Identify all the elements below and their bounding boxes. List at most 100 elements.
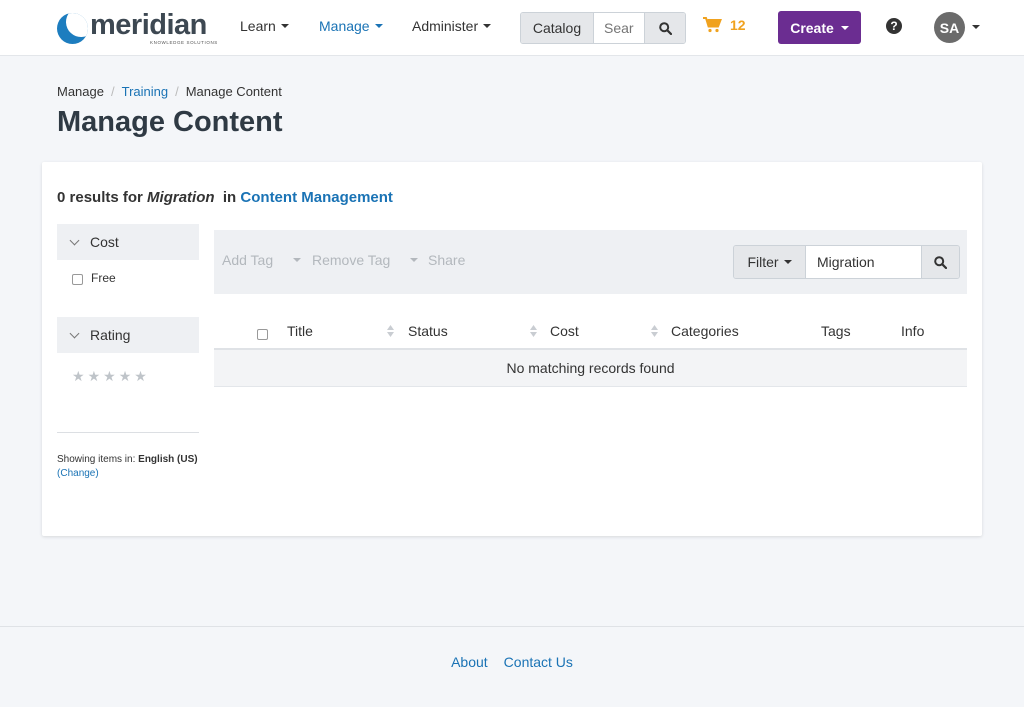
star-icon[interactable]: ★ <box>103 368 116 385</box>
filter-search-input[interactable] <box>806 246 921 278</box>
star-icon[interactable]: ★ <box>88 368 101 385</box>
facet-free-label: Free <box>91 271 116 285</box>
chevron-down-icon <box>293 258 302 262</box>
logo-mark-icon <box>57 12 88 44</box>
nav-menu-manage[interactable]: Manage <box>319 18 383 34</box>
column-cost-label: Cost <box>550 323 579 339</box>
cart-button[interactable]: 12 <box>703 17 746 33</box>
footer-contact-link[interactable]: Contact Us <box>504 654 573 670</box>
meridian-logo[interactable]: meridian KNOWLEDGE SOLUTIONS <box>57 8 218 45</box>
star-icon[interactable]: ★ <box>134 368 147 385</box>
footer-about-link[interactable]: About <box>451 654 488 670</box>
language-value: English (US) <box>138 454 198 465</box>
column-status-label: Status <box>408 323 448 339</box>
create-button[interactable]: Create <box>778 11 861 44</box>
create-button-label: Create <box>790 19 834 36</box>
catalog-search-button[interactable] <box>644 13 685 43</box>
column-tags-label: Tags <box>821 323 851 339</box>
chevron-down-icon <box>374 24 383 28</box>
logo-wordmark: meridian <box>90 8 207 41</box>
filter-label: Filter <box>747 254 779 270</box>
facet-cost-free[interactable]: Free <box>72 271 116 285</box>
facet-free-checkbox[interactable] <box>72 273 83 285</box>
nav-menu-learn-label: Learn <box>240 18 276 34</box>
column-categories-label: Categories <box>671 323 739 339</box>
rating-stars: ★ ★ ★ ★ ★ <box>72 368 147 385</box>
share-button[interactable]: Share <box>428 252 465 268</box>
facet-divider <box>57 432 199 433</box>
sort-icon[interactable] <box>651 325 658 337</box>
results-in: in <box>222 189 237 206</box>
help-icon[interactable]: ? <box>886 18 902 34</box>
star-icon[interactable]: ★ <box>72 368 85 385</box>
column-info-label: Info <box>901 323 925 339</box>
cart-icon <box>703 17 722 33</box>
column-status[interactable]: Status <box>408 323 448 339</box>
facet-cost-label: Cost <box>90 234 119 250</box>
breadcrumb-separator: / <box>175 84 179 99</box>
column-cost[interactable]: Cost <box>550 323 579 339</box>
column-info: Info <box>901 323 924 339</box>
facet-cost-header[interactable]: Cost <box>57 224 199 260</box>
share-label: Share <box>428 252 466 268</box>
results-count: 0 results for <box>57 189 143 206</box>
select-all-checkbox[interactable] <box>257 329 268 340</box>
remove-tag-button[interactable]: Remove Tag <box>312 252 419 268</box>
column-title-label: Title <box>287 323 313 339</box>
nav-menu-administer[interactable]: Administer <box>412 18 492 34</box>
language-note-prefix: Showing items in: <box>57 454 136 465</box>
column-title[interactable]: Title <box>287 323 313 339</box>
page-title: Manage Content <box>57 106 283 138</box>
column-categories: Categories <box>671 323 739 339</box>
footer: About Contact Us <box>0 626 1024 707</box>
breadcrumb: Manage / Training / Manage Content <box>57 84 282 99</box>
search-icon <box>658 21 672 35</box>
chevron-down-icon <box>69 235 80 245</box>
catalog-search-input[interactable] <box>594 13 644 43</box>
content-panel: 0 results for Migration in Content Manag… <box>42 162 982 536</box>
logo-tagline: KNOWLEDGE SOLUTIONS <box>150 39 218 45</box>
chevron-down-icon <box>69 328 80 338</box>
remove-tag-label: Remove Tag <box>312 252 391 268</box>
star-icon[interactable]: ★ <box>119 368 132 385</box>
search-icon <box>934 255 947 269</box>
table-header: Title Status Cost Categories Tags Info <box>214 312 967 350</box>
filter-search-button[interactable] <box>921 246 959 278</box>
results-term: Migration <box>147 189 215 206</box>
nav-menu-manage-label: Manage <box>319 18 370 34</box>
filter-dropdown-button[interactable]: Filter <box>734 246 806 278</box>
sort-icon[interactable] <box>387 325 394 337</box>
chevron-down-icon <box>483 24 492 28</box>
chevron-down-icon <box>783 260 792 264</box>
nav-menu-administer-label: Administer <box>412 18 479 34</box>
breadcrumb-current: Manage Content <box>185 84 282 99</box>
cart-count: 12 <box>730 17 746 33</box>
breadcrumb-manage: Manage <box>57 84 104 99</box>
top-navbar: meridian KNOWLEDGE SOLUTIONS Learn Manag… <box>0 0 1024 56</box>
chevron-down-icon <box>840 25 849 30</box>
results-summary: 0 results for Migration in Content Manag… <box>57 189 393 206</box>
avatar[interactable]: SA <box>934 12 965 43</box>
breadcrumb-training-link[interactable]: Training <box>122 84 168 99</box>
add-tag-label: Add Tag <box>222 252 274 268</box>
facet-rating-label: Rating <box>90 327 131 343</box>
chevron-down-icon <box>410 258 419 262</box>
results-scope-link[interactable]: Content Management <box>240 189 393 206</box>
language-note: Showing items in: English (US) (Change) <box>57 453 198 481</box>
catalog-search: Catalog <box>520 12 686 44</box>
chevron-down-icon <box>280 24 289 28</box>
language-change-link[interactable]: Change <box>60 468 95 479</box>
sort-icon[interactable] <box>530 325 537 337</box>
catalog-scope-button[interactable]: Catalog <box>521 13 594 43</box>
language-change-wrapper: (Change) <box>57 468 99 479</box>
user-menu-chevron-icon[interactable] <box>972 25 980 29</box>
empty-table-message: No matching records found <box>214 350 967 387</box>
filter-group: Filter <box>733 245 960 279</box>
column-tags: Tags <box>821 323 851 339</box>
footer-links: About Contact Us <box>0 654 1024 670</box>
add-tag-button[interactable]: Add Tag <box>222 252 302 268</box>
facet-rating-header[interactable]: Rating <box>57 317 199 353</box>
nav-menu-learn[interactable]: Learn <box>240 18 289 34</box>
breadcrumb-separator: / <box>110 84 115 99</box>
bulk-toolbar: Add Tag Remove Tag Share Filter <box>214 230 967 294</box>
